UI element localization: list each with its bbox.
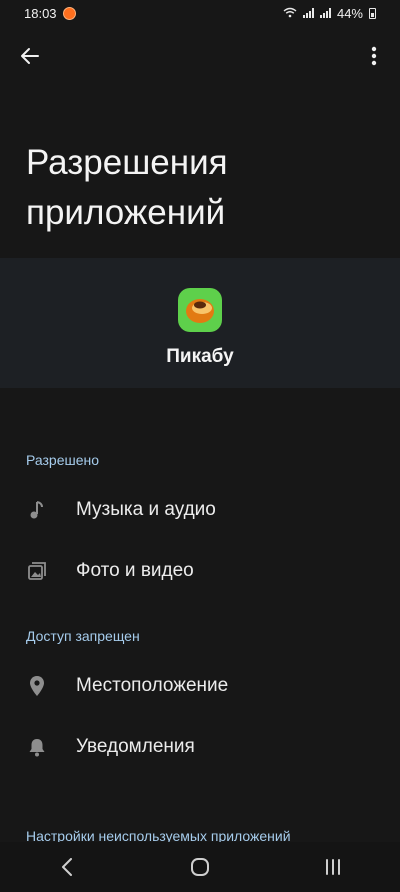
app-notification-icon xyxy=(62,6,76,20)
nav-home-icon xyxy=(190,858,209,876)
permission-item-music-audio[interactable]: Музыка и аудио xyxy=(0,482,400,538)
section-label-allowed: Разрешено xyxy=(26,452,100,468)
permission-label: Музыка и аудио xyxy=(76,499,216,520)
back-button[interactable] xyxy=(14,40,46,72)
permission-label: Фото и видео xyxy=(76,560,194,581)
arrow-left-icon xyxy=(21,48,39,64)
permission-label: Местоположение xyxy=(76,675,229,696)
more-vertical-icon xyxy=(371,46,377,66)
more-options-button[interactable] xyxy=(358,40,390,72)
wifi-icon xyxy=(283,6,297,21)
battery-percent: 44% xyxy=(336,5,363,21)
nav-back-icon xyxy=(61,858,72,876)
nav-home-button[interactable] xyxy=(170,847,230,887)
pikabu-app-icon xyxy=(178,288,222,332)
page-title-line1: Разрешения xyxy=(26,143,228,182)
system-navigation-bar xyxy=(0,842,400,892)
photo-video-icon xyxy=(26,560,48,582)
nav-recents-button[interactable] xyxy=(303,847,363,887)
permission-label: Уведомления xyxy=(76,736,195,757)
page-title-line2: приложений xyxy=(26,193,226,232)
status-left: 18:03 xyxy=(24,6,76,21)
section-label-denied: Доступ запрещен xyxy=(26,628,140,644)
location-pin-icon xyxy=(26,675,48,697)
battery-icon xyxy=(369,7,376,19)
permission-item-notifications[interactable]: Уведомления xyxy=(0,719,400,775)
app-name: Пикабу xyxy=(166,346,234,367)
permission-item-photo-video[interactable]: Фото и видео xyxy=(0,543,400,599)
app-info-card: Пикабу xyxy=(0,258,400,388)
nav-recents-icon xyxy=(326,859,341,875)
music-note-icon xyxy=(26,499,48,521)
signal-icon-sim2 xyxy=(319,8,331,18)
top-app-bar xyxy=(0,34,400,78)
bell-icon xyxy=(26,736,48,758)
nav-back-button[interactable] xyxy=(37,847,97,887)
status-right: 44% xyxy=(283,6,376,21)
page-title: Разрешения приложений xyxy=(26,138,366,238)
permission-item-location[interactable]: Местоположение xyxy=(0,658,400,714)
signal-icon-sim1 xyxy=(302,8,314,18)
status-bar: 18:03 44% xyxy=(0,0,400,26)
status-time: 18:03 xyxy=(24,5,57,21)
